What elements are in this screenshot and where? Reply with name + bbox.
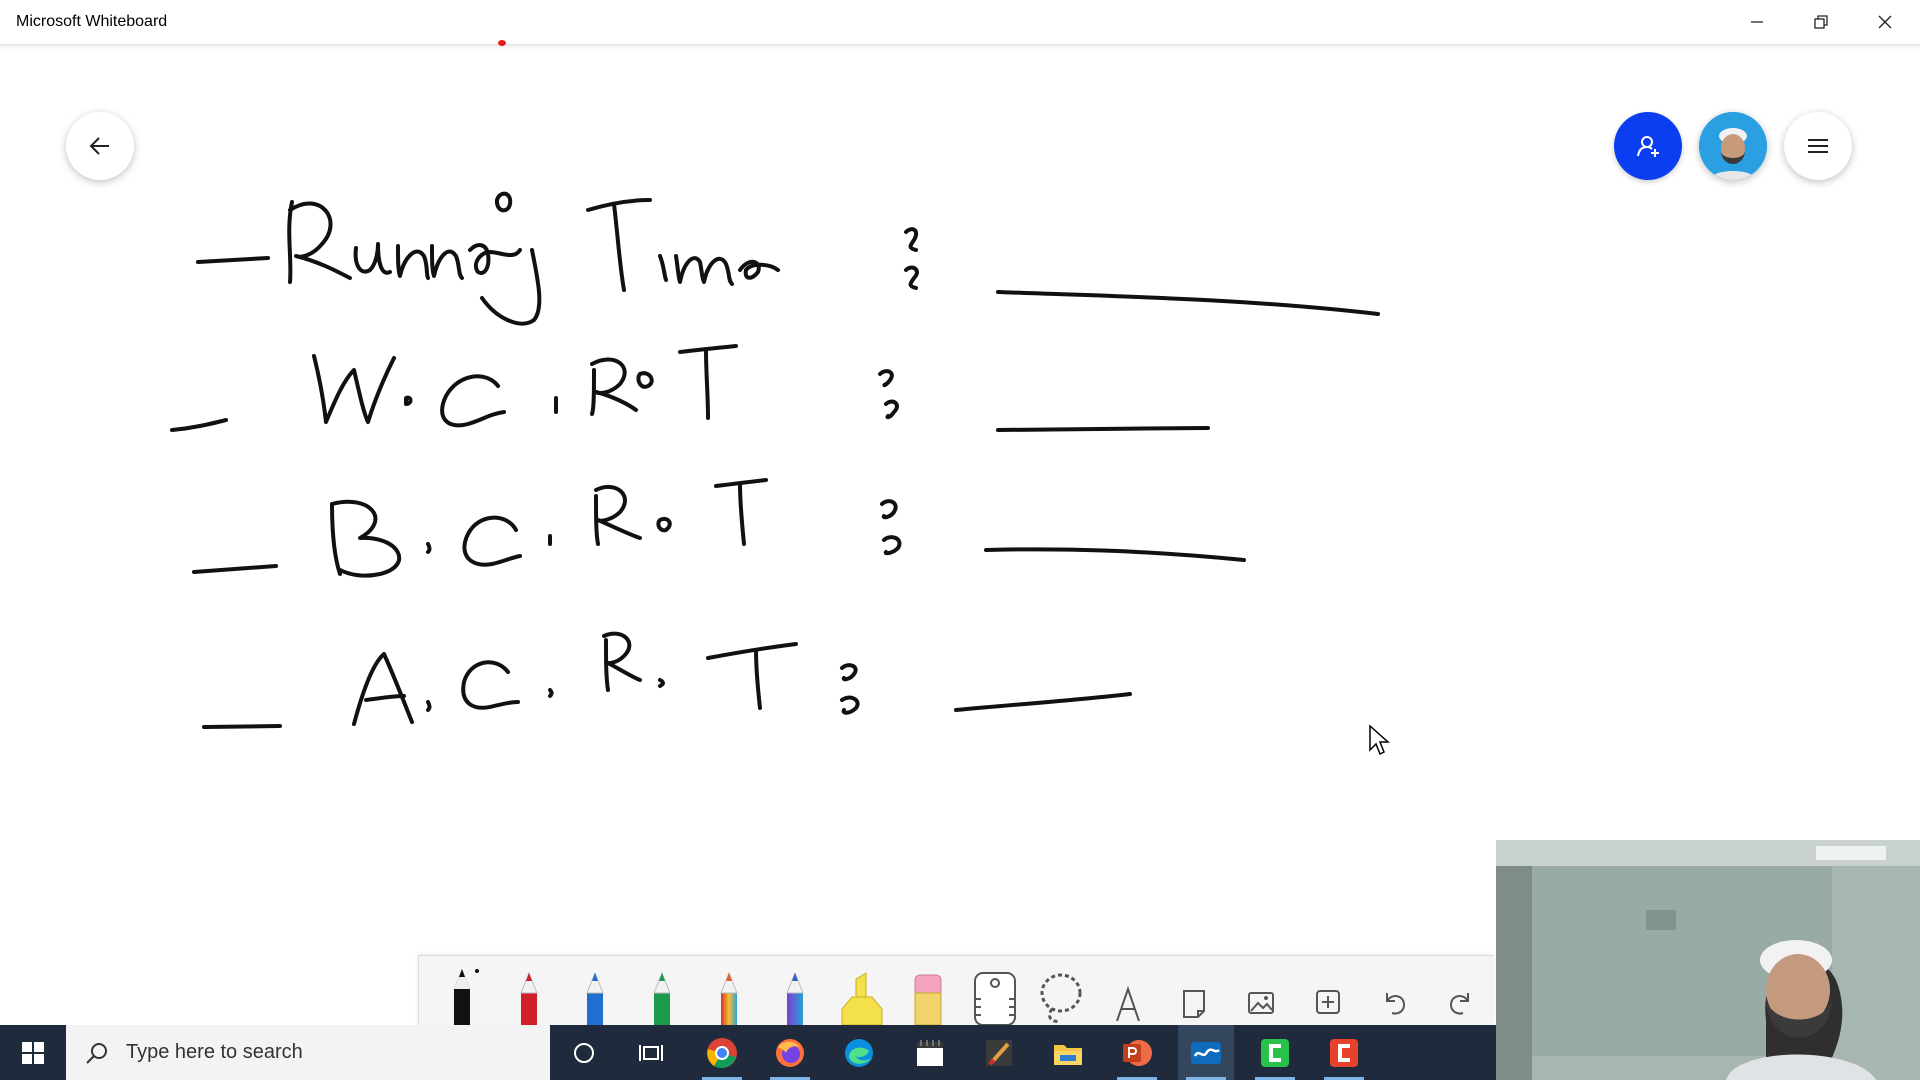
close-icon — [1878, 15, 1892, 29]
chrome-app[interactable] — [694, 1025, 750, 1080]
cortana-button[interactable] — [556, 1025, 612, 1080]
highlighter-icon — [841, 972, 883, 1025]
restore-icon — [1814, 15, 1828, 29]
cortana-icon — [574, 1042, 594, 1063]
pen-green-icon — [653, 971, 671, 1025]
search-icon — [86, 1042, 107, 1064]
eraser-icon — [914, 974, 942, 1025]
pen-red-icon — [520, 971, 538, 1025]
mouse-cursor-icon — [1369, 724, 1390, 756]
inking-toolbar — [418, 955, 1494, 1025]
task-view-icon — [639, 1044, 663, 1061]
windows-logo-icon — [22, 1041, 44, 1064]
task-view-button[interactable] — [623, 1025, 679, 1080]
webcam-video-feed — [1496, 840, 1920, 1080]
paint-app[interactable] — [971, 1025, 1027, 1080]
back-button[interactable] — [66, 112, 134, 180]
undo-icon — [1386, 993, 1406, 1015]
firefox-icon — [776, 1038, 804, 1067]
eraser-tool[interactable] — [895, 959, 962, 1025]
minimize-icon — [1751, 21, 1763, 23]
sticky-note-icon — [1183, 990, 1206, 1018]
hamburger-menu-icon — [1808, 139, 1828, 153]
powerpoint-icon — [1123, 1039, 1152, 1066]
arrow-left-icon — [89, 137, 109, 155]
firefox-app[interactable] — [762, 1025, 818, 1080]
image-tool[interactable] — [1228, 959, 1295, 1025]
undo-button[interactable] — [1361, 959, 1428, 1025]
user-avatar[interactable] — [1699, 112, 1767, 180]
highlighter-tool[interactable] — [828, 959, 895, 1025]
edge-icon — [845, 1038, 873, 1067]
pen-black-icon — [454, 969, 480, 1025]
text-tool[interactable] — [1095, 959, 1162, 1025]
camtasia-recorder-app[interactable] — [1247, 1025, 1303, 1080]
green-pen-tool[interactable] — [629, 959, 696, 1025]
ruler-icon — [973, 972, 1016, 1025]
lasso-select-tool[interactable] — [1028, 959, 1095, 1025]
chrome-icon — [707, 1037, 737, 1068]
ink-dot — [498, 40, 506, 46]
minimize-button[interactable] — [1725, 0, 1789, 44]
share-button[interactable] — [1614, 112, 1682, 180]
webcam-overlay — [1496, 840, 1920, 1080]
whiteboard-icon — [1191, 1041, 1221, 1064]
pen-galaxy-icon — [786, 971, 804, 1025]
taskbar-search-box[interactable]: Type here to search — [66, 1025, 550, 1080]
menu-button[interactable] — [1784, 112, 1852, 180]
powerpoint-app[interactable] — [1109, 1025, 1165, 1080]
folder-icon — [1054, 1044, 1082, 1065]
restore-button[interactable] — [1789, 0, 1853, 44]
image-icon — [1248, 992, 1275, 1014]
black-pen-tool[interactable] — [429, 959, 496, 1025]
pen-rainbow-icon — [719, 971, 738, 1025]
title-bar: Microsoft Whiteboard — [0, 0, 1920, 45]
text-icon — [1115, 985, 1140, 1022]
search-placeholder: Type here to search — [126, 1041, 303, 1063]
insert-tool[interactable] — [1294, 959, 1361, 1025]
insert-icon — [1315, 990, 1340, 1014]
paint-icon — [986, 1039, 1012, 1066]
red-pen-tool[interactable] — [496, 959, 563, 1025]
start-button[interactable] — [0, 1025, 66, 1080]
close-button[interactable] — [1853, 0, 1917, 44]
ruler-tool[interactable] — [962, 959, 1029, 1025]
person-add-icon — [1637, 136, 1659, 157]
pen-blue-icon — [586, 971, 605, 1025]
calendar-app[interactable] — [902, 1025, 958, 1080]
file-explorer-app[interactable] — [1040, 1025, 1096, 1080]
camtasia-icon — [1330, 1038, 1358, 1067]
whiteboard-app[interactable] — [1178, 1025, 1234, 1080]
lasso-icon — [1040, 973, 1082, 1023]
camtasia-app[interactable] — [1316, 1025, 1372, 1080]
redo-button[interactable] — [1427, 959, 1494, 1025]
sticky-note-tool[interactable] — [1161, 959, 1228, 1025]
blue-pen-tool[interactable] — [562, 959, 629, 1025]
edge-app[interactable] — [831, 1025, 887, 1080]
redo-icon — [1449, 993, 1469, 1015]
calendar-icon — [917, 1039, 943, 1066]
galaxy-pen-tool[interactable] — [762, 959, 829, 1025]
rainbow-pen-tool[interactable] — [695, 959, 762, 1025]
camtasia-recorder-icon — [1261, 1038, 1289, 1067]
avatar-icon — [1699, 112, 1767, 180]
window-title: Microsoft Whiteboard — [16, 13, 168, 30]
